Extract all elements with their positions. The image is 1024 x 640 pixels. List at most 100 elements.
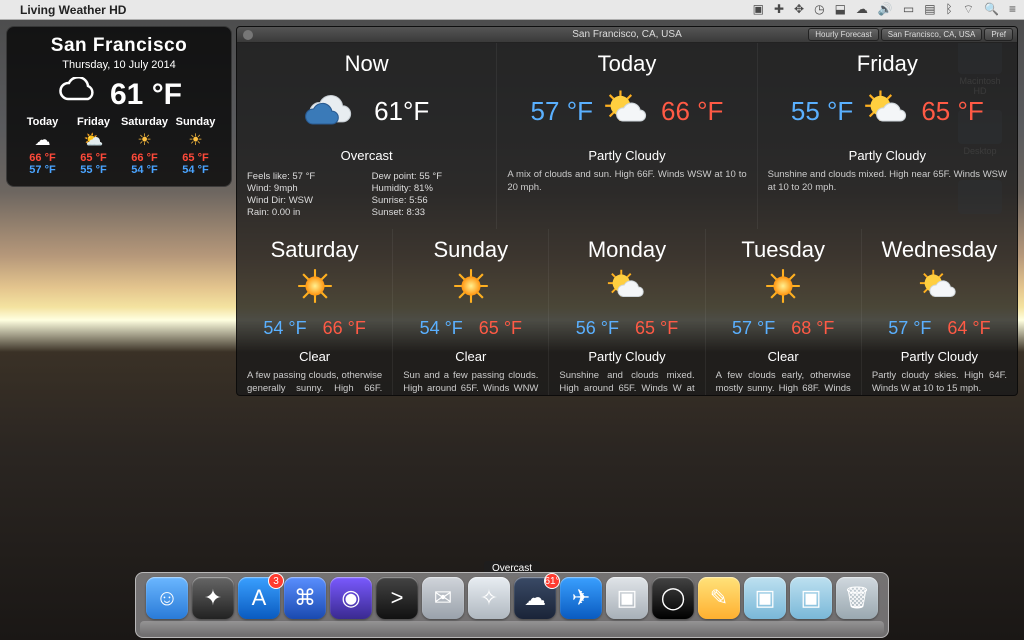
dock-downloads[interactable]: ▣ — [790, 577, 832, 619]
dock-mail[interactable]: ✉ — [422, 577, 464, 619]
battery-icon[interactable]: ▭ — [903, 2, 914, 17]
day-hi: 65 °F — [635, 318, 678, 339]
condition-label: Partly Cloudy — [849, 148, 926, 163]
forecast-titlebar[interactable]: San Francisco, CA, USA Hourly Forecast S… — [237, 27, 1017, 43]
widget-day[interactable]: Friday ⛅ 65 °F 55 °F — [68, 116, 119, 176]
dock-launchpad[interactable]: ✦ — [192, 577, 234, 619]
day-name: Now — [345, 51, 389, 77]
messages-icon: ✈ — [572, 585, 590, 611]
forecast-card[interactable]: Friday 55 °F 65 °F Partly Cloudy Sunshin… — [758, 43, 1017, 229]
dock-weather[interactable]: ☁ 61° — [514, 577, 556, 619]
day-hi: 65 °F — [921, 96, 983, 127]
day-description: Sunshine and clouds mixed. High around 6… — [559, 370, 694, 396]
widget-day[interactable]: Saturday ☀ 66 °F 54 °F — [119, 116, 170, 176]
airplay-icon[interactable]: ▣ — [753, 2, 764, 17]
day-name: Friday — [857, 51, 918, 77]
clock-icon[interactable]: ◷ — [814, 2, 824, 17]
widget-day[interactable]: Today ☁ 66 °F 57 °F — [17, 116, 68, 176]
forecast-card[interactable]: Sunday 54 °F 65 °F Clear Sun and a few p… — [393, 229, 549, 396]
forecast-card[interactable]: Saturday 54 °F 66 °F Clear A few passing… — [237, 229, 393, 396]
dock-notes[interactable]: ✎ — [698, 577, 740, 619]
day-lo: 54 °F — [420, 318, 463, 339]
day-hi: 66 °F — [661, 96, 723, 127]
day-name: Sunday — [433, 237, 508, 263]
dock-terminal[interactable]: > — [376, 577, 418, 619]
detail-wind: Wind: 9mph — [247, 183, 362, 194]
plus-icon[interactable]: ✚ — [774, 2, 784, 17]
spotlight-icon[interactable]: 🔍 — [984, 2, 999, 17]
hourly-button[interactable]: Hourly Forecast — [808, 28, 878, 41]
weather-widget[interactable]: San Francisco Thursday, 10 July 2014 61 … — [6, 26, 232, 187]
facetime-icon: ▣ — [617, 585, 638, 611]
sun-icon: ☀ — [170, 130, 221, 150]
day-description: Sunshine and clouds mixed. High near 65F… — [768, 169, 1007, 195]
downloads-icon: ▣ — [801, 585, 822, 611]
pref-button[interactable]: Pref — [984, 28, 1013, 41]
dropbox-icon[interactable]: ⬓ — [835, 2, 846, 17]
app-name[interactable]: Living Weather HD — [20, 3, 126, 17]
widget-date: Thursday, 10 July 2014 — [17, 59, 221, 71]
now-temp: 61°F — [374, 96, 429, 127]
now-details: Feels like: 57 °F Wind: 9mph Wind Dir: W… — [247, 169, 486, 220]
forecast-card[interactable]: Now 61°F Overcast Feels like: 57 °F Wind… — [237, 43, 497, 229]
sun-icon — [294, 265, 336, 312]
widget-city: San Francisco — [17, 35, 221, 57]
dock-safari[interactable]: ✧ — [468, 577, 510, 619]
documents-icon: ▣ — [755, 585, 776, 611]
location-dropdown[interactable]: San Francisco, CA, USA — [881, 28, 983, 41]
photobooth-icon: ◯ — [661, 585, 686, 611]
puzzle-icon[interactable]: ✥ — [794, 2, 804, 17]
volume-icon[interactable]: 🔊 — [878, 2, 893, 17]
day-description: Partly cloudy skies. High 64F. Winds W a… — [872, 370, 1007, 396]
widget-now: 61 °F — [17, 77, 221, 112]
dock-appstore[interactable]: A 3 — [238, 577, 280, 619]
dock-xcode[interactable]: ⌘ — [284, 577, 326, 619]
partly-icon: ⛅ — [68, 130, 119, 150]
widget-day-name: Today — [17, 116, 68, 128]
wifi-icon[interactable]: ⌔ — [963, 2, 974, 17]
partly-icon — [918, 265, 960, 312]
day-description: A few passing clouds, otherwise generall… — [247, 370, 382, 396]
dock-facetime[interactable]: ▣ — [606, 577, 648, 619]
condition-label: Clear — [455, 349, 486, 364]
dock-photobooth[interactable]: ◯ — [652, 577, 694, 619]
sun-icon — [450, 265, 492, 312]
close-button[interactable] — [243, 30, 253, 40]
detail-rain: Rain: 0.00 in — [247, 207, 362, 218]
flag-icon[interactable]: ▤ — [924, 2, 935, 17]
condition-label: Clear — [768, 349, 799, 364]
cloud-icon[interactable]: ☁ — [856, 2, 868, 17]
widget-day-hi: 65 °F — [68, 152, 119, 164]
widget-day[interactable]: Sunday ☀ 65 °F 54 °F — [170, 116, 221, 176]
dock-messages[interactable]: ✈ — [560, 577, 602, 619]
forecast-toolbar: Hourly Forecast San Francisco, CA, USA P… — [808, 28, 1013, 41]
safari-icon: ✧ — [480, 585, 498, 611]
detail-dew: Dew point: 55 °F — [372, 171, 487, 182]
detail-feels: Feels like: 57 °F — [247, 171, 362, 182]
condition-label: Overcast — [341, 148, 393, 163]
day-description: Sun and a few passing clouds. High aroun… — [403, 370, 538, 396]
dock-badge: 3 — [268, 573, 284, 589]
dock[interactable]: Overcast ☺ ✦ A 3 ⌘ ◉ > ✉ ✧ — [135, 572, 889, 638]
forecast-window[interactable]: San Francisco, CA, USA Hourly Forecast S… — [236, 26, 1018, 396]
forecast-row-top: Now 61°F Overcast Feels like: 57 °F Wind… — [237, 43, 1017, 229]
forecast-card[interactable]: Wednesday 57 °F 64 °F Partly Cloudy Part… — [862, 229, 1017, 396]
notes-icon: ✎ — [710, 585, 728, 611]
weather-icon: ☁ — [524, 585, 546, 611]
menubar-status-area: ▣ ✚ ✥ ◷ ⬓ ☁ 🔊 ▭ ▤ ᛒ ⌔ 🔍 ≡ — [753, 2, 1016, 17]
trash-icon: 🗑 — [843, 585, 871, 611]
dock-dashboard[interactable]: ◉ — [330, 577, 372, 619]
widget-day-name: Sunday — [170, 116, 221, 128]
bluetooth-icon[interactable]: ᛒ — [946, 2, 953, 17]
forecast-card[interactable]: Tuesday 57 °F 68 °F Clear A few clouds e… — [706, 229, 862, 396]
dock-finder[interactable]: ☺ — [146, 577, 188, 619]
condition-label: Partly Cloudy — [588, 349, 665, 364]
widget-day-hi: 66 °F — [17, 152, 68, 164]
day-name: Wednesday — [882, 237, 998, 263]
menubar[interactable]: Living Weather HD ▣ ✚ ✥ ◷ ⬓ ☁ 🔊 ▭ ▤ ᛒ ⌔ … — [0, 0, 1024, 20]
forecast-card[interactable]: Monday 56 °F 65 °F Partly Cloudy Sunshin… — [549, 229, 705, 396]
forecast-card[interactable]: Today 57 °F 66 °F Partly Cloudy A mix of… — [497, 43, 757, 229]
dock-documents[interactable]: ▣ — [744, 577, 786, 619]
notifications-icon[interactable]: ≡ — [1009, 2, 1016, 17]
dock-trash[interactable]: 🗑 — [836, 577, 878, 619]
